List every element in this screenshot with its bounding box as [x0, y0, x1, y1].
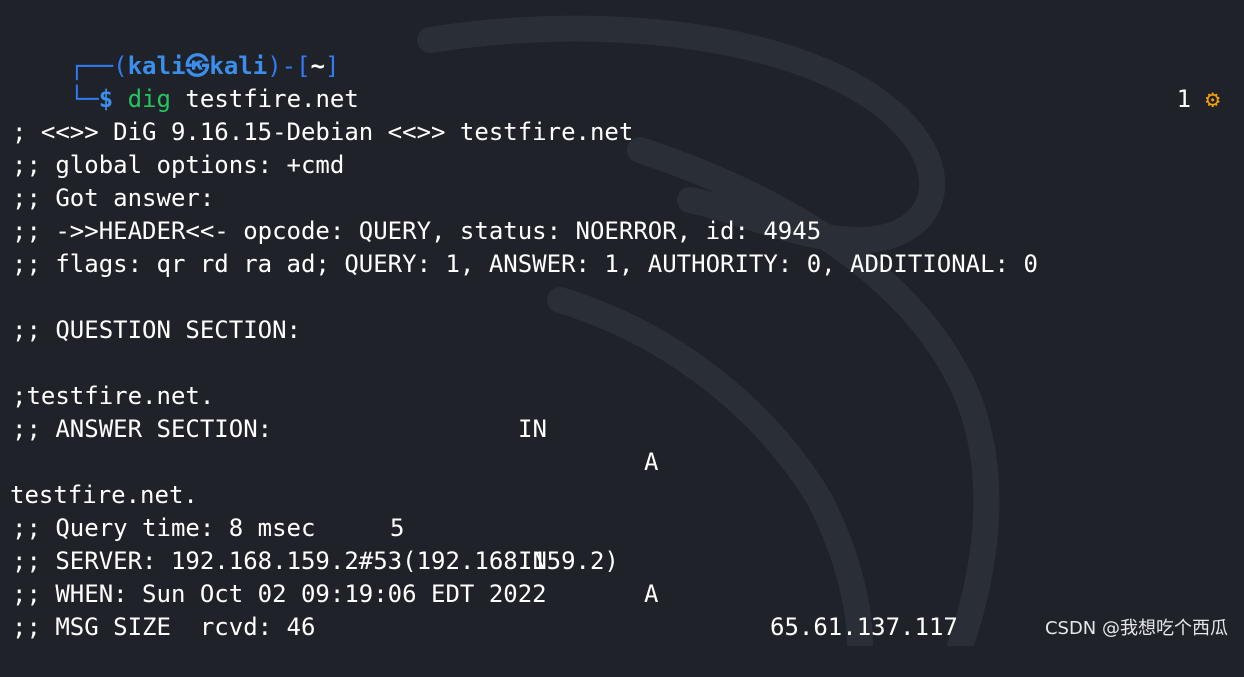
question-name: ;testfire.net. [12, 382, 215, 410]
status-count: 1 [1176, 85, 1192, 113]
got-answer: ;; Got answer: [12, 184, 215, 212]
terminal-window[interactable]: ┌──(kali㉿kali)-[~] └─$ dig testfire.net … [0, 0, 1244, 646]
question-class: IN [518, 415, 547, 443]
answer-type: A [644, 580, 659, 608]
prompt-dollar: $ [98, 85, 114, 113]
global-options: ;; global options: +cmd [12, 151, 345, 179]
server-line: ;; SERVER: 192.168.159.2#53(192.168.159.… [12, 547, 619, 575]
prompt-line: ┌──(kali㉿kali)-[~] [12, 17, 340, 80]
answer-address: 65.61.137.117 [770, 613, 958, 641]
when-line: ;; WHEN: Sun Oct 02 09:19:06 EDT 2022 [12, 580, 547, 608]
msg-size-line: ;; MSG SIZE rcvd: 46 [12, 613, 316, 641]
answer-name: testfire.net. [10, 481, 198, 509]
prompt-corner: └─ [69, 85, 99, 113]
header-line: ;; ->>HEADER<<- opcode: QUERY, status: N… [12, 217, 822, 245]
query-time: ;; Query time: 8 msec [12, 514, 316, 542]
csdn-watermark: CSDN @我想吃个西瓜 [1044, 618, 1228, 639]
gear-icon: ⚙ [1205, 85, 1220, 113]
command-argument: testfire.net [185, 85, 359, 113]
flags-line: ;; flags: qr rd ra ad; QUERY: 1, ANSWER:… [12, 250, 1038, 278]
dig-banner: ; <<>> DiG 9.16.15-Debian <<>> testfire.… [12, 118, 634, 146]
right-prompt-status: 1 ⚙ [1119, 50, 1220, 149]
answer-ttl: 5 [390, 514, 405, 542]
question-section-title: ;; QUESTION SECTION: [12, 316, 301, 344]
command-name: dig [127, 85, 171, 113]
command-line[interactable]: └─$ dig testfire.net [12, 50, 359, 113]
answer-section-title: ;; ANSWER SECTION: [12, 415, 273, 443]
answer-row: testfire.net. 5 IN A 65.61.137.117 [10, 446, 1210, 641]
question-row: ;testfire.net. IN A [12, 347, 1212, 476]
